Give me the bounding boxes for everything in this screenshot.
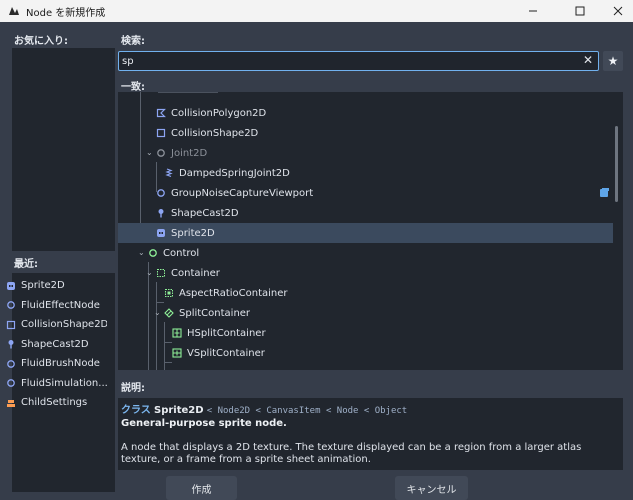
collision-shape-icon: [156, 128, 166, 138]
tree-row-label: Control: [163, 247, 200, 259]
tree-row[interactable]: CollisionShape2D: [118, 123, 613, 143]
recent-item-label: FluidSimulation...: [21, 377, 107, 389]
tree-row-label: HSplitContainer: [187, 327, 266, 339]
split-container-icon: [164, 308, 174, 318]
joint-icon: [156, 148, 166, 158]
tree-row[interactable]: HSplitContainer: [118, 323, 613, 343]
recent-item[interactable]: FluidBrushNode: [0, 354, 117, 373]
recent-item[interactable]: CollisionShape2D: [0, 315, 117, 334]
create-button[interactable]: 作成: [166, 476, 237, 500]
favorites-label: お気に入り:: [14, 36, 68, 47]
recent-item-label: Sprite2D: [21, 280, 65, 291]
search-input[interactable]: [122, 53, 577, 69]
tree-row-label: ShapeCast2D: [171, 207, 239, 219]
matches-label: 一致:: [121, 82, 145, 93]
tree-row[interactable]: ⌄ Control: [118, 243, 613, 263]
godot-logo-icon: [9, 7, 19, 15]
search-field[interactable]: ✕: [118, 51, 599, 71]
sprite-icon: [6, 281, 16, 291]
shapecast-icon: [156, 208, 166, 218]
tree-row[interactable]: ⌄ Container: [118, 263, 613, 283]
spring-joint-icon: [164, 168, 174, 178]
tree-row-label: Container: [171, 267, 220, 279]
tree-row-label: DampedSpringJoint2D: [179, 167, 290, 179]
tree-row[interactable]: ⌄ Joint2D: [118, 143, 613, 163]
close-icon: [613, 6, 623, 16]
chevron-down-icon[interactable]: ⌄: [154, 308, 161, 317]
clipped-row: [158, 92, 218, 93]
recent-label: 最近:: [14, 259, 38, 270]
node-circle-icon: [6, 378, 16, 388]
minimize-icon: [529, 10, 537, 12]
recent-item-label: FluidBrushNode: [21, 358, 100, 369]
tree-row[interactable]: VSplitContainer: [118, 343, 613, 363]
tree-row-label: Joint2D: [171, 147, 208, 159]
description-summary: General-purpose sprite node.: [121, 418, 287, 429]
maximize-icon: [575, 6, 585, 16]
sprite-icon: [156, 228, 166, 238]
close-button[interactable]: [604, 0, 632, 22]
window-title: Node を新規作成: [26, 8, 106, 19]
script-node-icon: [6, 398, 16, 408]
tree-row[interactable]: ⌄ SplitContainer: [118, 303, 613, 323]
tree-scrollbar[interactable]: [615, 126, 618, 202]
aspect-ratio-container-icon: [164, 288, 174, 298]
control-icon: [148, 248, 158, 258]
class-name-link[interactable]: Sprite2D: [154, 405, 204, 416]
clear-search-icon[interactable]: ✕: [583, 53, 593, 67]
recent-item-label: ShapeCast2D: [21, 338, 89, 350]
vsplit-container-icon: [172, 348, 182, 358]
favorite-star-button[interactable]: ★: [603, 51, 623, 71]
tree-row-label: SplitContainer: [179, 307, 251, 319]
recent-item-label: CollisionShape2D: [21, 319, 107, 330]
description-panel: クラス Sprite2D < Node2D < CanvasItem < Nod…: [118, 398, 623, 470]
recent-item-label: FluidEffectNode: [21, 299, 100, 311]
favorites-list[interactable]: [12, 48, 115, 251]
container-icon: [156, 268, 166, 278]
script-badge-icon[interactable]: [599, 187, 610, 198]
description-body: A node that displays a 2D texture. The t…: [121, 442, 582, 465]
recent-item[interactable]: ChildSettings: [0, 393, 117, 412]
shapecast-icon: [6, 339, 16, 349]
tree-row-label: CollisionShape2D: [171, 127, 259, 139]
tree-row-label: GroupNoiseCaptureViewport: [171, 187, 314, 199]
recent-item-label: ChildSettings: [21, 397, 88, 408]
collision-polygon-icon: [156, 108, 166, 118]
search-label: 検索:: [121, 36, 145, 47]
tree-row-label: AspectRatioContainer: [179, 287, 288, 299]
node-circle-icon: [156, 188, 166, 198]
recent-item[interactable]: FluidEffectNode: [0, 296, 117, 315]
tree-row[interactable]: DampedSpringJoint2D: [118, 163, 613, 183]
recent-item[interactable]: FluidSimulation...: [0, 374, 117, 393]
tree-row[interactable]: AspectRatioContainer: [118, 283, 613, 303]
tree-row[interactable]: CollisionPolygon2D: [118, 103, 613, 123]
tree-row[interactable]: Sprite2D: [118, 223, 613, 243]
maximize-button[interactable]: [566, 0, 594, 22]
node-tree[interactable]: CollisionPolygon2D CollisionShape2D ⌄ Joint…: [118, 92, 623, 370]
collision-shape-icon: [6, 320, 16, 330]
node-circle-icon: [6, 300, 16, 310]
description-label: 説明:: [121, 383, 145, 394]
recent-item[interactable]: ShapeCast2D: [0, 335, 117, 354]
hsplit-container-icon: [172, 328, 182, 338]
cancel-button[interactable]: キャンセル: [395, 476, 468, 500]
inheritance-chain[interactable]: < Node2D < CanvasItem < Node < Object: [207, 406, 407, 416]
chevron-down-icon[interactable]: ⌄: [146, 268, 153, 277]
recent-item[interactable]: Sprite2D: [0, 276, 117, 295]
minimize-button[interactable]: [519, 0, 547, 22]
left-sidebar: お気に入り: 最近: Sprite2D FluidEffectNode Collis…: [0, 22, 117, 500]
class-header: クラス Sprite2D < Node2D < CanvasItem < Nod…: [121, 401, 407, 416]
class-prefix: クラス: [121, 405, 151, 416]
window-titlebar: Node を新規作成: [0, 0, 633, 22]
chevron-down-icon[interactable]: ⌄: [138, 248, 145, 257]
node-circle-icon: [6, 359, 16, 369]
tree-row[interactable]: GroupNoiseCaptureViewport: [118, 183, 613, 203]
tree-row[interactable]: ShapeCast2D: [118, 203, 613, 223]
star-icon: ★: [607, 54, 619, 68]
chevron-down-icon[interactable]: ⌄: [146, 148, 153, 157]
tree-row-label: Sprite2D: [171, 227, 215, 239]
tree-row-label: CollisionPolygon2D: [171, 107, 267, 119]
tree-row-label: VSplitContainer: [187, 347, 265, 359]
